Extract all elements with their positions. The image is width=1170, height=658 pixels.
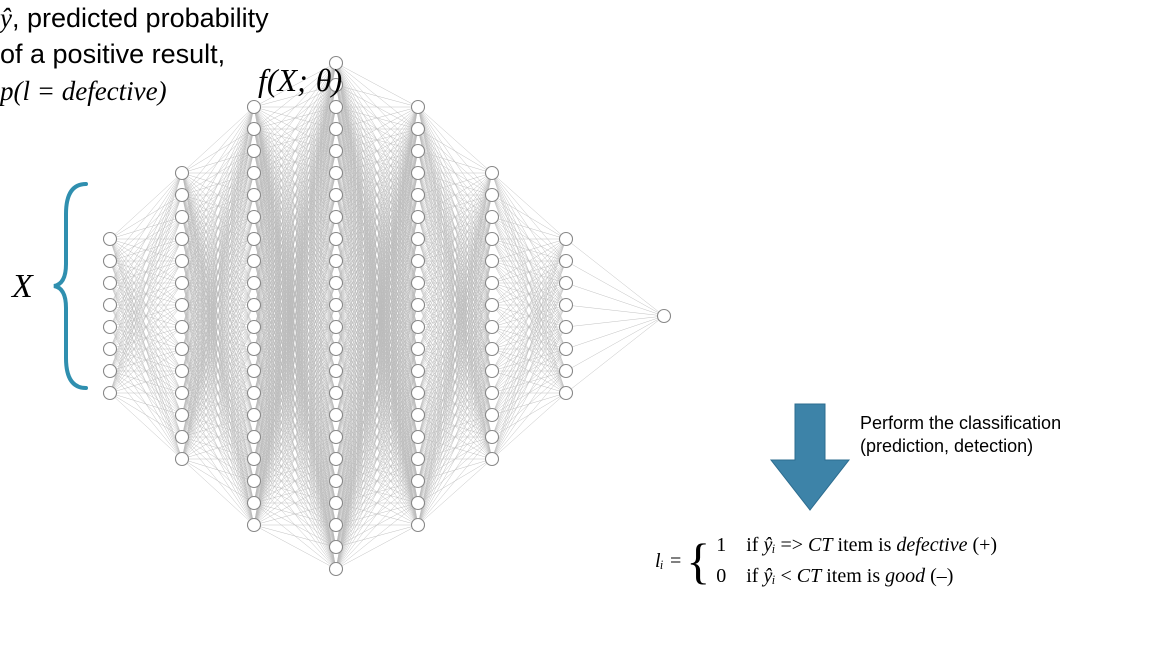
eq-case-1: 1 if ŷᵢ => CT item is defective (+) (716, 530, 997, 561)
eq-case1-cond: if ŷᵢ => CT item is defective (+) (746, 534, 997, 556)
classification-label: Perform the classification (prediction, … (860, 412, 1140, 457)
neural-network (0, 26, 700, 586)
input-x-text: X (12, 268, 33, 305)
eq-case2-cond: if ŷᵢ < CT item is good (–) (746, 565, 953, 587)
input-x-label: X (12, 266, 33, 309)
nn-edges (110, 63, 664, 569)
eq-case-2: 0 if ŷᵢ < CT item is good (–) (716, 561, 997, 592)
input-brace (48, 176, 98, 396)
function-label-text: f(X; θ) (258, 62, 342, 98)
classify-line2: (prediction, detection) (860, 436, 1033, 456)
decision-equation: lᵢ = { 1 if ŷᵢ => CT item is defective (… (655, 530, 997, 592)
eq-case2-num: 0 (716, 565, 726, 587)
diagram-stage: X f(X; θ) ŷ, predicted probability of a … (0, 0, 1170, 658)
down-arrow (765, 398, 855, 518)
classify-line1: Perform the classification (860, 413, 1061, 433)
function-label: f(X; θ) (258, 60, 342, 100)
eq-case1-num: 1 (716, 534, 726, 556)
eq-lhs: lᵢ = (655, 546, 682, 577)
eq-brace: { (686, 536, 710, 586)
